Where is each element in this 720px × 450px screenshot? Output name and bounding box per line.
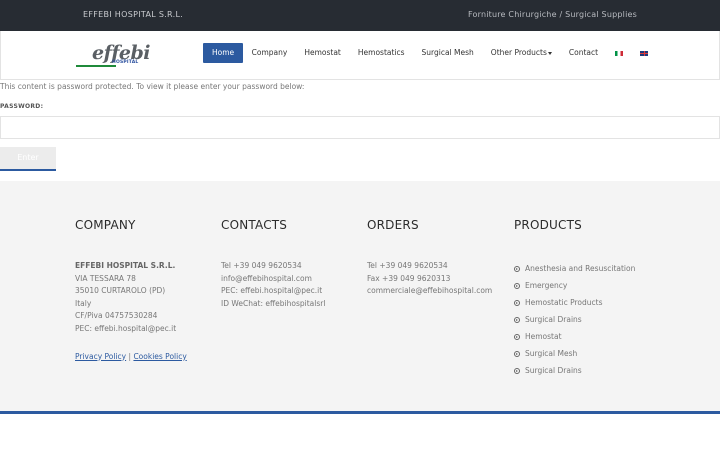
footer-contacts-column: CONTACTS Tel +39 049 9620534 info@effebi…: [221, 218, 325, 310]
company-address-line: 35010 CURTAROLO (PD): [75, 286, 166, 296]
uk-flag-icon: [640, 50, 649, 56]
password-protected-message: This content is password protected. To v…: [0, 82, 305, 91]
nav-other-products-label: Other Products: [490, 48, 547, 57]
caret-down-icon: [547, 51, 552, 55]
contacts-pec: PEC: effebi.hospital@pec.it: [221, 286, 323, 296]
top-bar-company: EFFEBI HOSPITAL S.R.L.: [83, 10, 184, 19]
orders-phone: Tel +39 049 9620534: [367, 261, 448, 270]
nav-contact[interactable]: Contact: [560, 43, 606, 63]
arrow-circle-icon: [514, 265, 520, 272]
main-navbar: effebi HOSPITAL Home Company Hemostat He…: [0, 31, 720, 80]
nav-hemostatics[interactable]: Hemostatics: [349, 43, 413, 63]
policy-separator: |: [128, 351, 132, 361]
arrow-circle-icon: [514, 299, 520, 306]
privacy-policy-link[interactable]: Privacy Policy: [75, 352, 126, 361]
nav-other-products[interactable]: Other Products: [482, 43, 560, 63]
orders-heading: ORDERS: [367, 218, 419, 232]
lang-italian[interactable]: [607, 43, 632, 63]
product-link[interactable]: Anesthesia and Resuscitation: [514, 260, 635, 277]
logo-underline: [76, 65, 116, 67]
enter-button[interactable]: Enter: [0, 147, 56, 171]
contacts-email[interactable]: info@effebihospital.com: [221, 273, 325, 286]
company-address-line: Italy: [75, 298, 92, 308]
arrow-circle-icon: [514, 333, 520, 340]
product-label: Surgical Mesh: [525, 349, 578, 358]
product-link[interactable]: Hemostat: [514, 328, 635, 345]
policy-links: Privacy Policy | Cookies Policy: [75, 352, 187, 361]
nav-menu: Home Company Hemostat Hemostatics Surgic…: [203, 43, 657, 63]
top-bar: EFFEBI HOSPITAL S.R.L. Forniture Chirurg…: [0, 0, 720, 31]
password-input[interactable]: [0, 116, 720, 139]
footer-company-column: COMPANY EFFEBI HOSPITAL S.R.L. VIA TESSA…: [75, 218, 187, 361]
lang-english[interactable]: [632, 43, 657, 63]
product-link[interactable]: Surgical Drains: [514, 311, 635, 328]
product-label: Hemostat: [525, 332, 562, 341]
product-label: Hemostatic Products: [525, 298, 603, 307]
product-label: Anesthesia and Resuscitation: [525, 264, 636, 273]
effebi-logo[interactable]: effebi HOSPITAL: [76, 42, 151, 69]
company-pec: PEC: effebi.hospital@pec.it: [75, 323, 177, 333]
nav-home[interactable]: Home: [203, 43, 244, 63]
products-heading: PRODUCTS: [514, 218, 582, 232]
footer-accent-line: [0, 411, 720, 414]
product-link[interactable]: Surgical Mesh: [514, 345, 635, 362]
italian-flag-icon: [615, 50, 624, 56]
company-name: EFFEBI HOSPITAL S.R.L.: [75, 261, 176, 270]
nav-company[interactable]: Company: [243, 43, 296, 63]
product-label: Surgical Drains: [525, 366, 582, 375]
orders-fax: Fax +39 049 9620313: [367, 273, 451, 283]
arrow-circle-icon: [514, 367, 520, 374]
arrow-circle-icon: [514, 350, 520, 357]
contacts-heading: CONTACTS: [221, 218, 288, 232]
arrow-circle-icon: [514, 282, 520, 289]
company-vat: CF/Piva 04757530284: [75, 311, 158, 321]
product-label: Surgical Drains: [525, 315, 582, 324]
nav-hemostat[interactable]: Hemostat: [296, 43, 350, 63]
orders-email[interactable]: commerciale@effebihospital.com: [367, 285, 492, 298]
company-address-line: VIA TESSARA 78: [75, 273, 136, 283]
arrow-circle-icon: [514, 316, 520, 323]
company-heading: COMPANY: [75, 218, 136, 232]
nav-surgical-mesh[interactable]: Surgical Mesh: [413, 43, 482, 63]
contacts-wechat: ID WeChat: effebihospitalsrl: [221, 298, 326, 308]
product-label: Emergency: [525, 281, 568, 290]
cookies-policy-link[interactable]: Cookies Policy: [133, 352, 186, 361]
top-bar-tagline: Forniture Chirurgiche / Surgical Supplie…: [467, 10, 637, 19]
product-link[interactable]: Hemostatic Products: [514, 294, 635, 311]
product-link[interactable]: Emergency: [514, 277, 635, 294]
footer-products-column: PRODUCTS Anesthesia and Resuscitation Em…: [514, 218, 635, 379]
footer-orders-column: ORDERS Tel +39 049 9620534 Fax +39 049 9…: [367, 218, 492, 298]
product-link[interactable]: Surgical Drains: [514, 362, 635, 379]
password-label: PASSWORD:: [0, 103, 44, 110]
contacts-phone: Tel +39 049 9620534: [221, 261, 302, 270]
